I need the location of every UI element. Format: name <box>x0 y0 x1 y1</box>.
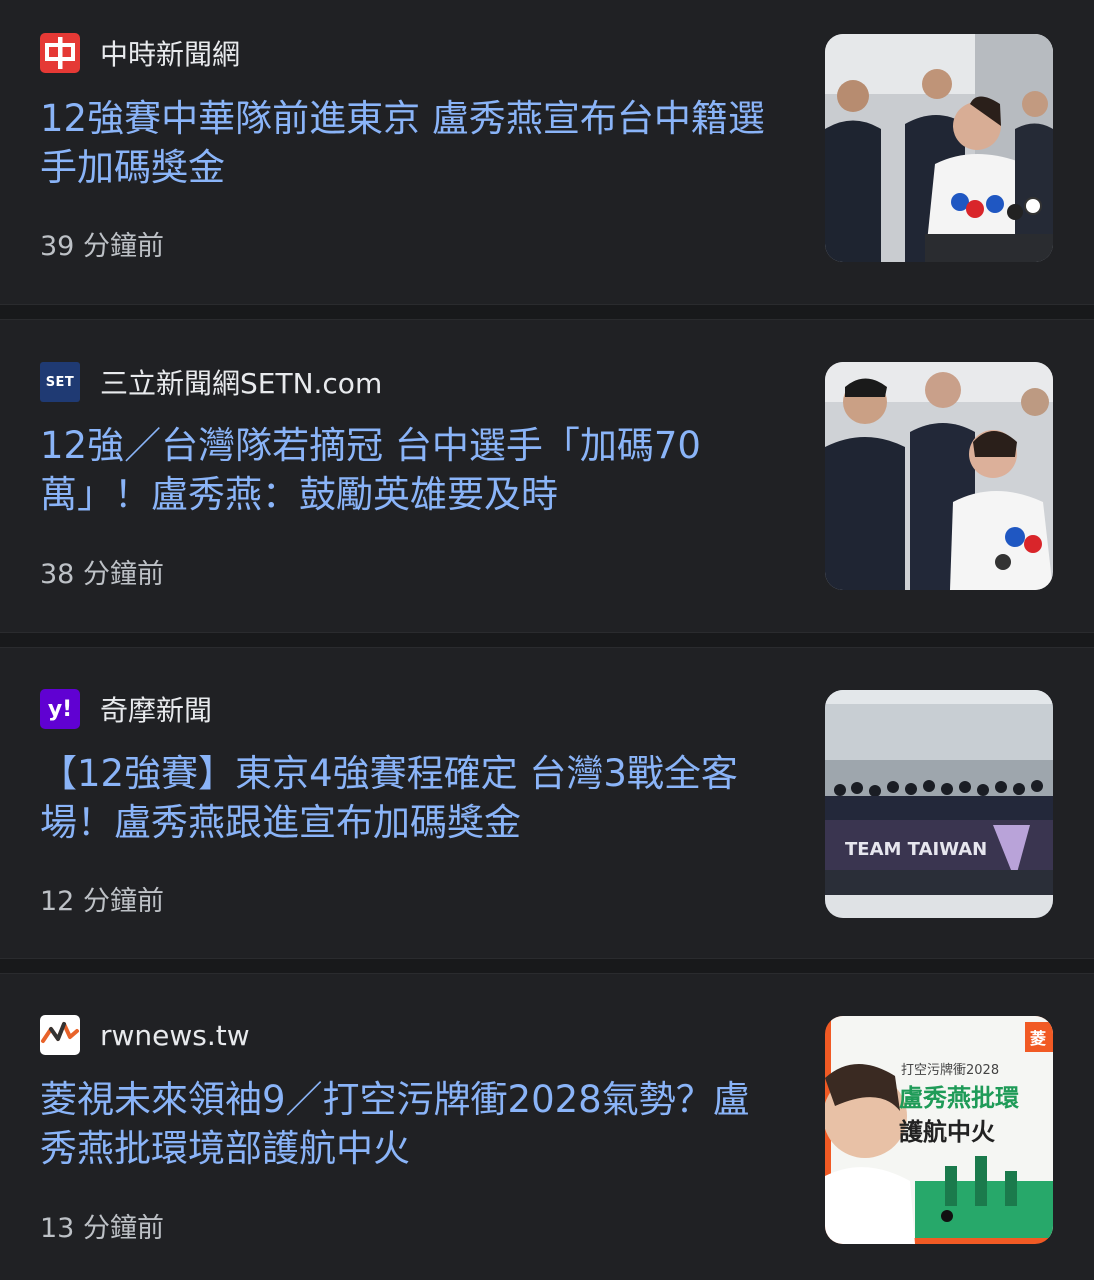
news-card[interactable]: y! 奇摩新聞 【12強賽】東京4強賽程確定 台灣3戰全客場！盧秀燕跟進宣布加碼… <box>0 648 1094 958</box>
thumbnail-image[interactable]: TEAM TAIWAN <box>825 690 1053 918</box>
thumbnail-text-mid: 盧秀燕批環 <box>899 1084 1020 1112</box>
source-name: 三立新聞網SETN.com <box>100 367 383 400</box>
thumbnail-image[interactable] <box>825 362 1053 590</box>
timestamp: 39 分鐘前 <box>40 231 164 262</box>
yahoo-logo-icon: y! <box>40 689 80 729</box>
chinatimes-logo-icon <box>40 33 80 73</box>
team-taiwan-banner: TEAM TAIWAN <box>845 839 987 860</box>
headline-link[interactable]: 12強賽中華隊前進東京 盧秀燕宣布台中籍選手加碼獎金 <box>40 94 770 192</box>
timestamp: 38 分鐘前 <box>40 559 164 590</box>
thumbnail-image[interactable] <box>825 34 1053 262</box>
source-row: rwnews.tw <box>40 1015 250 1055</box>
news-card[interactable]: rwnews.tw 菱視未來領袖9／打空污牌衝2028氣勢？盧秀燕批環境部護航中… <box>0 974 1094 1280</box>
thumbnail-corner-text: 菱 <box>1030 1029 1046 1048</box>
source-row: SET 三立新聞網SETN.com <box>40 362 382 402</box>
source-row: 中時新聞網 <box>40 33 240 73</box>
yahoo-logo-text: y! <box>47 696 73 722</box>
card-divider <box>0 304 1094 320</box>
news-feed: 中時新聞網 12強賽中華隊前進東京 盧秀燕宣布台中籍選手加碼獎金 39 分鐘前 <box>0 0 1094 1280</box>
timestamp: 13 分鐘前 <box>40 1213 164 1244</box>
source-row: y! 奇摩新聞 <box>40 689 212 729</box>
source-name: 中時新聞網 <box>100 38 241 71</box>
card-divider <box>0 632 1094 648</box>
thumbnail-text-bottom: 護航中火 <box>899 1118 995 1146</box>
headline-link[interactable]: 12強／台灣隊若摘冠 台中選手「加碼70萬」！盧秀燕：鼓勵英雄要及時 <box>40 421 770 519</box>
source-name: rwnews.tw <box>100 1018 250 1052</box>
thumbnail-image[interactable]: 菱 打空污牌衝2028 盧秀燕批環 護航中火 <box>825 1016 1053 1244</box>
news-card[interactable]: 中時新聞網 12強賽中華隊前進東京 盧秀燕宣布台中籍選手加碼獎金 39 分鐘前 <box>0 0 1094 304</box>
headline-link[interactable]: 【12強賽】東京4強賽程確定 台灣3戰全客場！盧秀燕跟進宣布加碼獎金 <box>40 749 770 847</box>
rwnews-logo-icon <box>40 1015 80 1055</box>
news-card[interactable]: SET 三立新聞網SETN.com 12強／台灣隊若摘冠 台中選手「加碼70萬」… <box>0 320 1094 632</box>
setn-logo-text: SET <box>45 374 75 390</box>
timestamp: 12 分鐘前 <box>40 886 164 917</box>
source-name: 奇摩新聞 <box>100 694 213 727</box>
thumbnail-text-top: 打空污牌衝2028 <box>901 1062 999 1078</box>
card-divider <box>0 958 1094 974</box>
headline-link[interactable]: 菱視未來領袖9／打空污牌衝2028氣勢？盧秀燕批環境部護航中火 <box>40 1075 770 1173</box>
setn-logo-icon: SET <box>40 362 80 402</box>
